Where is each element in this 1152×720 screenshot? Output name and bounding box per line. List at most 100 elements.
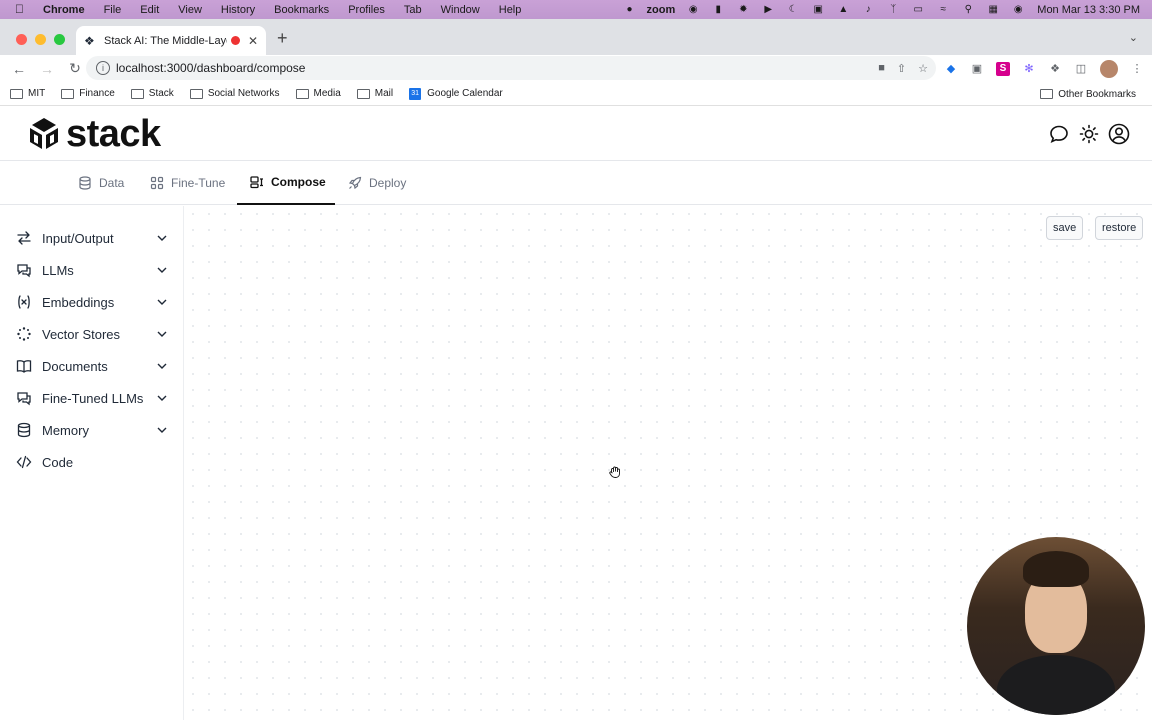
bookmark-google-calendar[interactable]: 31 Google Calendar [409, 87, 503, 100]
window-controls [16, 34, 73, 45]
back-icon[interactable]: ← [10, 61, 28, 77]
menu-profiles[interactable]: Profiles [348, 4, 385, 16]
browser-menu-icon[interactable]: ⋮ [1130, 62, 1144, 76]
sidebar-item-embeddings[interactable]: Embeddings [16, 286, 168, 318]
apple-icon[interactable]:  [15, 0, 29, 19]
url-text[interactable]: localhost:3000/dashboard/compose [116, 61, 305, 75]
share-icon[interactable]: ⇧ [897, 62, 906, 75]
menu-window[interactable]: Window [441, 4, 480, 16]
app-status-icon[interactable]: ◉ [686, 4, 700, 15]
side-panel-icon[interactable]: ◫ [1074, 62, 1088, 76]
bookmark-other[interactable]: Other Bookmarks [1040, 89, 1136, 100]
sun-icon[interactable] [1078, 123, 1100, 145]
stack-favicon-icon: ❖ [84, 33, 95, 48]
tab-fine-tune[interactable]: Fine-Tune [150, 161, 225, 205]
tab-search-chevron-icon[interactable]: ⌄ [1129, 31, 1138, 44]
tab-deploy[interactable]: Deploy [348, 161, 406, 205]
stack-logo[interactable]: stack [26, 115, 161, 153]
address-bar[interactable]: i localhost:3000/dashboard/compose ■ ⇧ ☆ [86, 56, 936, 80]
extension-status-icon[interactable]: ✹ [736, 4, 750, 15]
site-info-icon[interactable]: i [96, 61, 110, 75]
extension-box-icon[interactable]: ▣ [970, 62, 984, 76]
bookmark-mit[interactable]: MIT [10, 88, 45, 99]
sidebar-item-code[interactable]: Code [16, 446, 168, 478]
close-window-button[interactable] [16, 34, 27, 45]
chevron-down-icon[interactable] [156, 424, 168, 436]
chat-icon[interactable] [1048, 123, 1070, 145]
play-status-icon[interactable]: ▶ [761, 4, 775, 15]
bookmark-media[interactable]: Media [295, 88, 341, 99]
restore-button[interactable]: restore [1095, 216, 1144, 240]
menubar-clock[interactable]: Mon Mar 13 3:30 PM [1037, 4, 1140, 16]
bookmark-finance[interactable]: Finance [61, 88, 115, 99]
app-header: stack [0, 107, 1152, 161]
zoom-status[interactable]: zoom [647, 4, 676, 16]
tab-data[interactable]: Data [78, 161, 124, 205]
bookmark-stack[interactable]: Stack [130, 88, 174, 99]
menu-app-name[interactable]: Chrome [43, 4, 85, 16]
chevron-down-icon[interactable] [156, 360, 168, 372]
menu-file[interactable]: File [104, 4, 122, 16]
tab-compose[interactable]: Compose [237, 161, 335, 205]
user-status-icon[interactable]: ▲ [836, 4, 850, 15]
chevron-down-icon[interactable] [156, 392, 168, 404]
menu-bookmarks[interactable]: Bookmarks [274, 4, 329, 16]
control-center-icon[interactable]: ▦ [986, 4, 1000, 15]
profile-avatar[interactable] [1100, 59, 1118, 78]
bookmark-label: Mail [374, 88, 394, 99]
bookmark-star-icon[interactable]: ☆ [918, 62, 928, 75]
battery-icon[interactable]: ▭ [911, 4, 925, 15]
sidebar-item-input-output[interactable]: Input/Output [16, 222, 168, 254]
component-sidebar: Input/Output LLMs Embeddings Vector Stor… [0, 206, 184, 720]
webcam-hoodie [997, 655, 1115, 715]
chevron-down-icon[interactable] [156, 264, 168, 276]
zoom-window-button[interactable] [54, 34, 65, 45]
microphone-icon[interactable]: ● [623, 4, 637, 15]
minimize-window-button[interactable] [35, 34, 46, 45]
save-button[interactable]: save [1046, 216, 1084, 240]
extension-color-icon[interactable]: ✻ [1022, 62, 1036, 76]
siri-icon[interactable]: ◉ [1011, 4, 1025, 15]
sidebar-item-memory[interactable]: Memory [16, 414, 168, 446]
bookmarks-bar: MIT Finance Stack Social Networks Media … [0, 82, 1152, 106]
chevron-down-icon[interactable] [156, 296, 168, 308]
forward-icon[interactable]: → [38, 61, 56, 77]
sidebar-item-vector-stores[interactable]: Vector Stores [16, 318, 168, 350]
bluetooth-icon[interactable]: ᛉ [886, 4, 900, 15]
sidebar-status-icon[interactable]: ▮ [711, 4, 725, 15]
extensions-puzzle-icon[interactable]: ❖ [1048, 62, 1062, 76]
grid-icon [150, 176, 164, 190]
volume-icon[interactable]: ♪ [861, 4, 875, 15]
arrows-icon [16, 230, 32, 246]
moon-icon[interactable]: ☾ [786, 4, 800, 15]
sidebar-item-llms[interactable]: LLMs [16, 254, 168, 286]
menu-history[interactable]: History [221, 4, 255, 16]
bookmark-label: Media [313, 88, 341, 99]
chevron-down-icon[interactable] [156, 232, 168, 244]
extension-blue-icon[interactable]: ◆ [944, 62, 958, 76]
chevron-down-icon[interactable] [156, 328, 168, 340]
bookmark-mail[interactable]: Mail [356, 88, 394, 99]
stack-logo-icon [30, 118, 58, 149]
calendar-icon: 31 [409, 87, 422, 100]
menu-help[interactable]: Help [499, 4, 522, 16]
menu-edit[interactable]: Edit [140, 4, 159, 16]
macos-menubar:  Chrome File Edit View History Bookmark… [0, 0, 1152, 19]
sidebar-item-fine-tuned-llms[interactable]: Fine-Tuned LLMs [16, 382, 168, 414]
menu-tab[interactable]: Tab [404, 4, 422, 16]
camera-icon[interactable]: ■ [878, 62, 885, 75]
extension-s-icon[interactable]: S [996, 61, 1010, 76]
search-icon[interactable]: ⚲ [961, 4, 975, 15]
bookmark-social-networks[interactable]: Social Networks [189, 88, 280, 99]
app-nav-tabs: Data Fine-Tune Compose Deploy [0, 161, 1152, 205]
reload-icon[interactable]: ↻ [66, 60, 84, 77]
wifi-icon[interactable]: ≈ [936, 4, 950, 15]
user-account-icon[interactable] [1108, 123, 1130, 145]
menu-view[interactable]: View [178, 4, 202, 16]
browser-tab[interactable]: ❖ Stack AI: The Middle-Layer ✕ [76, 26, 266, 55]
new-tab-icon[interactable]: + [277, 29, 288, 47]
close-tab-icon[interactable]: ✕ [248, 34, 258, 48]
code-icon [16, 454, 32, 470]
display-icon[interactable]: ▣ [811, 4, 825, 15]
sidebar-item-documents[interactable]: Documents [16, 350, 168, 382]
